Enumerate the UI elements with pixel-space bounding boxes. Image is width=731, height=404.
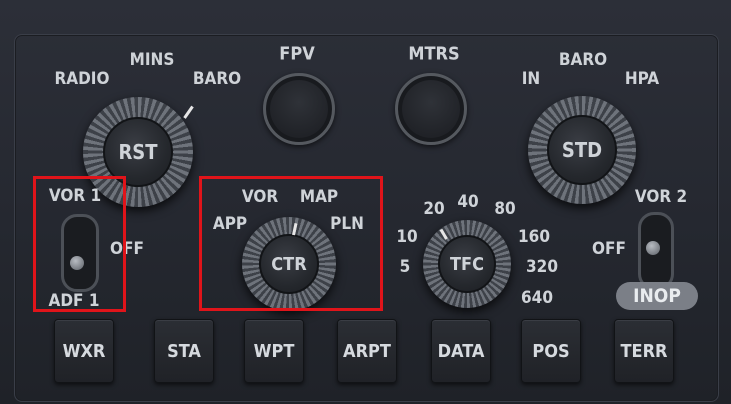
terr-button[interactable]: TERR <box>614 319 674 383</box>
wxr-button[interactable]: WXR <box>54 319 114 383</box>
data-button[interactable]: DATA <box>431 319 491 383</box>
vor2-off-label: OFF <box>592 239 626 259</box>
range-label-160: 160 <box>518 227 550 247</box>
arpt-button[interactable]: ARPT <box>337 319 397 383</box>
highlight-box-vor1 <box>33 176 126 312</box>
baro-baro-label: BARO <box>558 50 608 70</box>
sta-label: STA <box>167 340 201 362</box>
arpt-label: ARPT <box>343 340 391 362</box>
fpv-button[interactable] <box>263 73 335 145</box>
wxr-label: WXR <box>62 340 106 362</box>
wpt-button[interactable]: WPT <box>244 319 304 383</box>
range-label-5: 5 <box>399 257 411 277</box>
inop-label: INOP <box>633 285 681 307</box>
mins-mins-label: MINS <box>129 50 175 70</box>
mtrs-button[interactable] <box>395 73 467 145</box>
std-label: STD <box>561 138 603 162</box>
range-label-20: 20 <box>423 199 445 219</box>
vor2-label: VOR 2 <box>634 187 688 207</box>
pos-label: POS <box>532 340 570 362</box>
efis-control-panel: RADIO MINS BARO RST FPV MTRS IN BARO HPA… <box>0 0 731 404</box>
data-label: DATA <box>437 340 485 362</box>
range-outer-knob[interactable]: TFC <box>423 220 511 308</box>
terr-label: TERR <box>620 340 668 362</box>
mtrs-label: MTRS <box>408 43 460 65</box>
std-button[interactable]: STD <box>547 115 617 185</box>
highlight-box-mode <box>199 176 383 311</box>
wpt-label: WPT <box>253 340 295 362</box>
pos-button[interactable]: POS <box>521 319 581 383</box>
mins-baro-label: BARO <box>192 69 242 89</box>
tfc-button[interactable]: TFC <box>438 235 496 293</box>
baro-in-label: IN <box>521 69 541 89</box>
fpv-label: FPV <box>279 43 315 65</box>
sta-button[interactable]: STA <box>154 319 214 383</box>
tfc-label: TFC <box>450 253 484 275</box>
inop-indicator: INOP <box>616 282 698 310</box>
range-label-640: 640 <box>521 288 553 308</box>
range-label-40: 40 <box>457 192 479 212</box>
baro-outer-knob[interactable]: STD <box>528 96 636 204</box>
vor2-toggle-lever[interactable] <box>646 241 660 255</box>
range-label-80: 80 <box>494 199 516 219</box>
rst-label: RST <box>118 140 158 164</box>
range-label-10: 10 <box>396 227 418 247</box>
baro-hpa-label: HPA <box>624 69 660 89</box>
range-label-320: 320 <box>526 257 558 277</box>
mins-radio-label: RADIO <box>54 69 110 89</box>
